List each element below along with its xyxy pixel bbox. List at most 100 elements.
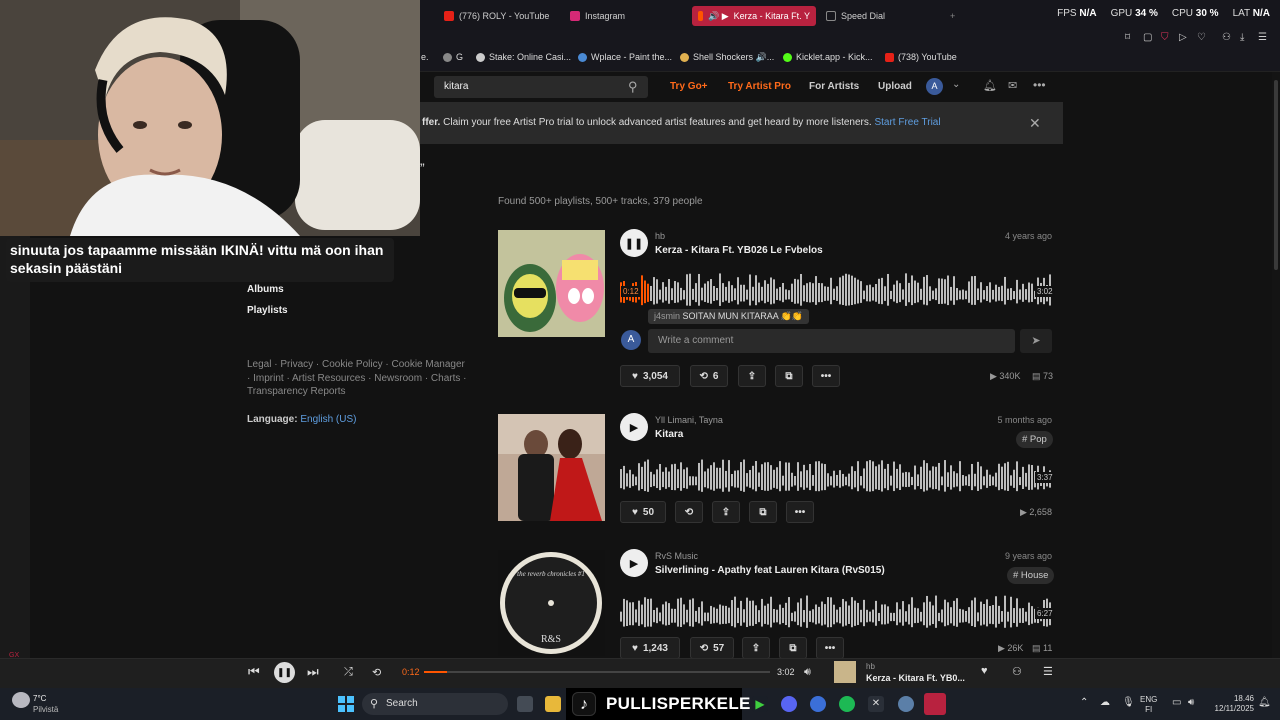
for-artists-link[interactable]: For Artists xyxy=(809,81,859,92)
game-launcher-icon[interactable]: ▶ xyxy=(752,696,768,712)
notification-icon[interactable]: 🔔︎ xyxy=(1258,697,1271,708)
shield-icon[interactable]: ⛉ xyxy=(1161,32,1169,43)
genre-tag-track-2[interactable]: # Pop xyxy=(1016,431,1053,448)
close-icon[interactable]: ✕ xyxy=(1029,115,1041,132)
queue-icon[interactable]: ☰ xyxy=(1043,665,1053,678)
cloud-icon[interactable]: ☁ xyxy=(1100,697,1110,708)
like-button-track-1[interactable]: ♥ 3,054 xyxy=(620,365,680,387)
volume-icon[interactable]: 🔊︎ xyxy=(1188,697,1194,708)
more-icon[interactable]: ••• xyxy=(1033,78,1046,92)
browser-icon[interactable] xyxy=(810,696,826,712)
copy-link-button-track-2[interactable]: ⧉ xyxy=(749,501,777,523)
more-button-track-3[interactable]: ••• xyxy=(816,637,844,659)
player-title[interactable]: Kerza - Kitara Ft. YB0... xyxy=(866,673,965,683)
bookmark-shell-shockers[interactable]: Shell Shockers 🔊... xyxy=(680,52,774,63)
file-explorer-icon[interactable] xyxy=(545,696,561,712)
menu-icon[interactable]: ☰ xyxy=(1258,32,1267,43)
spotify-icon[interactable] xyxy=(839,696,855,712)
footer-links[interactable]: Legal · Privacy · Cookie Policy · Cookie… xyxy=(247,358,467,399)
bookmark-g[interactable]: G xyxy=(443,52,463,62)
speaker-icon[interactable]: 🔊 ▶ xyxy=(708,11,729,22)
waveform-track-2[interactable] xyxy=(620,454,1052,494)
download-icon[interactable]: ⤓ xyxy=(1240,32,1244,43)
track-artwork-1[interactable] xyxy=(498,230,605,337)
task-view-icon[interactable] xyxy=(517,696,533,712)
waveform-track-1[interactable] xyxy=(620,268,1052,308)
left-menu-playlists[interactable]: Playlists xyxy=(247,305,288,316)
new-tab-button[interactable]: + xyxy=(950,6,962,26)
language-indicator[interactable]: ENG FI xyxy=(1140,695,1157,715)
player-artwork[interactable] xyxy=(834,661,856,683)
track-artist-1[interactable]: hb xyxy=(655,231,665,241)
bell-icon[interactable]: 🔔︎ xyxy=(983,79,997,92)
follow-icon[interactable]: ⚇ xyxy=(1012,665,1022,678)
volume-icon[interactable]: 🔊︎ xyxy=(804,666,811,679)
copy-link-button-track-1[interactable]: ⧉ xyxy=(775,365,803,387)
left-menu-albums[interactable]: Albums xyxy=(247,284,284,295)
send-icon[interactable]: ➤ xyxy=(1020,329,1052,353)
share-button-track-1[interactable]: ⇪ xyxy=(738,365,766,387)
pause-button[interactable]: ❚❚ xyxy=(274,662,295,683)
bookmark-wplace[interactable]: Wplace - Paint the... xyxy=(578,52,672,62)
weather-desc[interactable]: Pilvistä xyxy=(33,705,58,714)
mail-icon[interactable]: ✉ xyxy=(1008,79,1017,92)
pause-button-track-1[interactable]: ❚❚ xyxy=(620,229,648,257)
track-artist-3[interactable]: RvS Music xyxy=(655,551,698,561)
start-free-trial-link[interactable]: Start Free Trial xyxy=(874,117,940,128)
discord-icon[interactable] xyxy=(781,696,797,712)
player-artist[interactable]: hb xyxy=(866,662,875,671)
bookmark-kicklet[interactable]: Kicklet.app - Kick... xyxy=(783,52,873,62)
waveform-track-3[interactable] xyxy=(620,590,1052,630)
next-icon[interactable]: ⏭ xyxy=(307,664,319,680)
tab-speed-dial[interactable]: Speed Dial xyxy=(826,6,936,26)
shuffle-icon[interactable]: ⤮ xyxy=(344,666,353,679)
try-go-link[interactable]: Try Go+ xyxy=(670,81,708,92)
repost-button-track-1[interactable]: ⟲ 6 xyxy=(690,365,728,387)
genre-tag-track-3[interactable]: # House xyxy=(1007,567,1055,584)
upload-link[interactable]: Upload xyxy=(878,81,912,92)
track-artwork-3[interactable]: the reverb chronicles #1 R&S xyxy=(498,550,605,656)
weather-icon[interactable] xyxy=(12,692,30,708)
bookmark-icon[interactable]: ⌑ xyxy=(1125,32,1130,43)
search-icon[interactable]: ⚲ xyxy=(628,79,638,95)
bookmark-youtube[interactable]: (738) YouTube xyxy=(885,52,957,62)
more-button-track-2[interactable]: ••• xyxy=(786,501,814,523)
opera-gx-taskbar-icon[interactable] xyxy=(924,693,946,715)
scrollbar-thumb[interactable] xyxy=(1274,80,1278,270)
chevron-up-icon[interactable]: ⌃ xyxy=(1080,697,1088,708)
copy-link-button-track-3[interactable]: ⧉ xyxy=(779,637,807,659)
try-artist-pro-link[interactable]: Try Artist Pro xyxy=(728,81,791,92)
share-button-track-2[interactable]: ⇪ xyxy=(712,501,740,523)
user-avatar[interactable]: A xyxy=(926,78,943,95)
repost-button-track-3[interactable]: ⟲ 57 xyxy=(690,637,734,659)
comment-input[interactable]: Write a comment xyxy=(648,329,1015,353)
track-title-1[interactable]: Kerza - Kitara Ft. YB026 Le Fvbelos xyxy=(655,245,823,256)
account-icon[interactable]: ⚇ xyxy=(1222,32,1231,43)
like-button-track-2[interactable]: ♥ 50 xyxy=(620,501,666,523)
play-button-track-3[interactable]: ▶ xyxy=(620,549,648,577)
bookmark-stake[interactable]: Stake: Online Casi... xyxy=(476,52,571,62)
microphone-icon[interactable]: 🎙︎ xyxy=(1122,697,1135,708)
share-button-track-3[interactable]: ⇪ xyxy=(742,637,770,659)
chevron-down-icon[interactable]: ⌄ xyxy=(952,79,960,90)
waveform-comment[interactable]: j4smin SOITAN MUN KITARAA 👏👏 xyxy=(648,309,810,324)
track-title-3[interactable]: Silverlining - Apathy feat Lauren Kitara… xyxy=(655,565,885,576)
weather-temp[interactable]: 7°C xyxy=(33,694,46,703)
track-artist-2[interactable]: Yll Limani, Tayna xyxy=(655,415,723,425)
like-icon[interactable]: ♥ xyxy=(981,665,988,677)
bookmark-e[interactable]: e. xyxy=(421,52,429,62)
repost-button-track-2[interactable]: ⟲ xyxy=(675,501,703,523)
screenshot-icon[interactable]: ▢ xyxy=(1143,32,1152,43)
language-selector[interactable]: Language: English (US) xyxy=(247,414,356,425)
settings-icon[interactable] xyxy=(898,696,914,712)
heart-icon[interactable]: ♡ xyxy=(1197,32,1206,43)
app-icon[interactable]: ✕ xyxy=(868,696,884,712)
track-artwork-2[interactable] xyxy=(498,414,605,521)
like-button-track-3[interactable]: ♥ 1,243 xyxy=(620,637,680,659)
clock[interactable]: 18.46 12/11/2025 xyxy=(1206,694,1254,714)
tab-youtube-roly[interactable]: (776) ROLY - YouTube xyxy=(444,6,564,26)
player-icon[interactable]: ▷ xyxy=(1179,32,1187,43)
track-title-2[interactable]: Kitara xyxy=(655,429,683,440)
progress-track[interactable] xyxy=(424,671,770,673)
page-scrollbar[interactable] xyxy=(1272,72,1280,658)
